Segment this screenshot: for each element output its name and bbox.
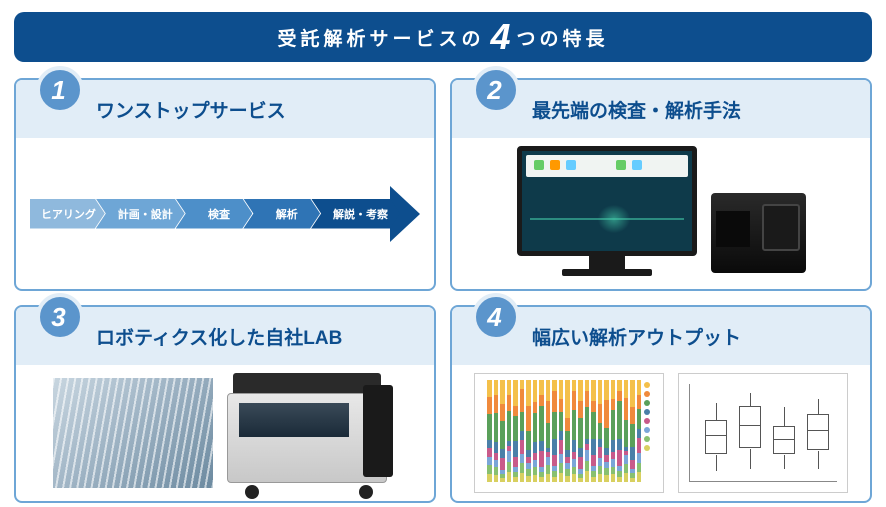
chart-legend-icon	[644, 382, 660, 451]
feature-number-badge: 1	[36, 66, 84, 114]
analysis-monitor-illustration	[517, 146, 697, 281]
card-head: 2 最先端の検査・解析手法	[452, 80, 870, 138]
feature-title: 最先端の検査・解析手法	[532, 96, 741, 123]
feature-title: ワンストップサービス	[96, 96, 286, 123]
feature-number-badge: 3	[36, 293, 84, 341]
flow-step: 計画・設計	[96, 199, 185, 229]
header-prefix: 受託解析サービスの	[277, 24, 484, 51]
card-body	[452, 365, 870, 501]
header-suffix: つの特長	[517, 24, 609, 51]
stacked-bar-chart-illustration	[474, 373, 664, 493]
lab-pipette-illustration	[53, 378, 213, 488]
feature-card-3: 3 ロボティクス化した自社LAB	[14, 305, 436, 503]
flow-step: 解析	[243, 199, 320, 229]
page-header: 受託解析サービスの 4 つの特長	[14, 12, 872, 62]
card-body	[452, 138, 870, 289]
card-head: 1 ワンストップサービス	[16, 80, 434, 138]
lab-robot-illustration	[227, 373, 397, 493]
card-body	[16, 365, 434, 501]
flow-step: 解説・考察	[311, 199, 400, 229]
card-body: ヒアリング 計画・設計 検査 解析 解説・考察	[16, 138, 434, 289]
analysis-device-illustration	[711, 193, 806, 273]
feature-card-1: 1 ワンストップサービス ヒアリング 計画・設計 検査 解析 解説・考察	[14, 78, 436, 291]
boxplot-chart-illustration	[678, 373, 848, 493]
feature-number-badge: 4	[472, 293, 520, 341]
flow-step: 検査	[176, 199, 253, 229]
feature-title: ロボティクス化した自社LAB	[96, 323, 342, 350]
feature-title: 幅広い解析アウトプット	[532, 323, 741, 350]
process-arrow-flow: ヒアリング 計画・設計 検査 解析 解説・考察	[26, 191, 424, 237]
card-head: 3 ロボティクス化した自社LAB	[16, 307, 434, 365]
feature-card-2: 2 最先端の検査・解析手法	[450, 78, 872, 291]
feature-number-badge: 2	[472, 66, 520, 114]
feature-card-4: 4 幅広い解析アウトプット	[450, 305, 872, 503]
flow-step: ヒアリング	[30, 199, 105, 229]
feature-grid: 1 ワンストップサービス ヒアリング 計画・設計 検査 解析 解説・考察 2 最…	[14, 78, 872, 494]
header-number: 4	[490, 16, 510, 58]
card-head: 4 幅広い解析アウトプット	[452, 307, 870, 365]
